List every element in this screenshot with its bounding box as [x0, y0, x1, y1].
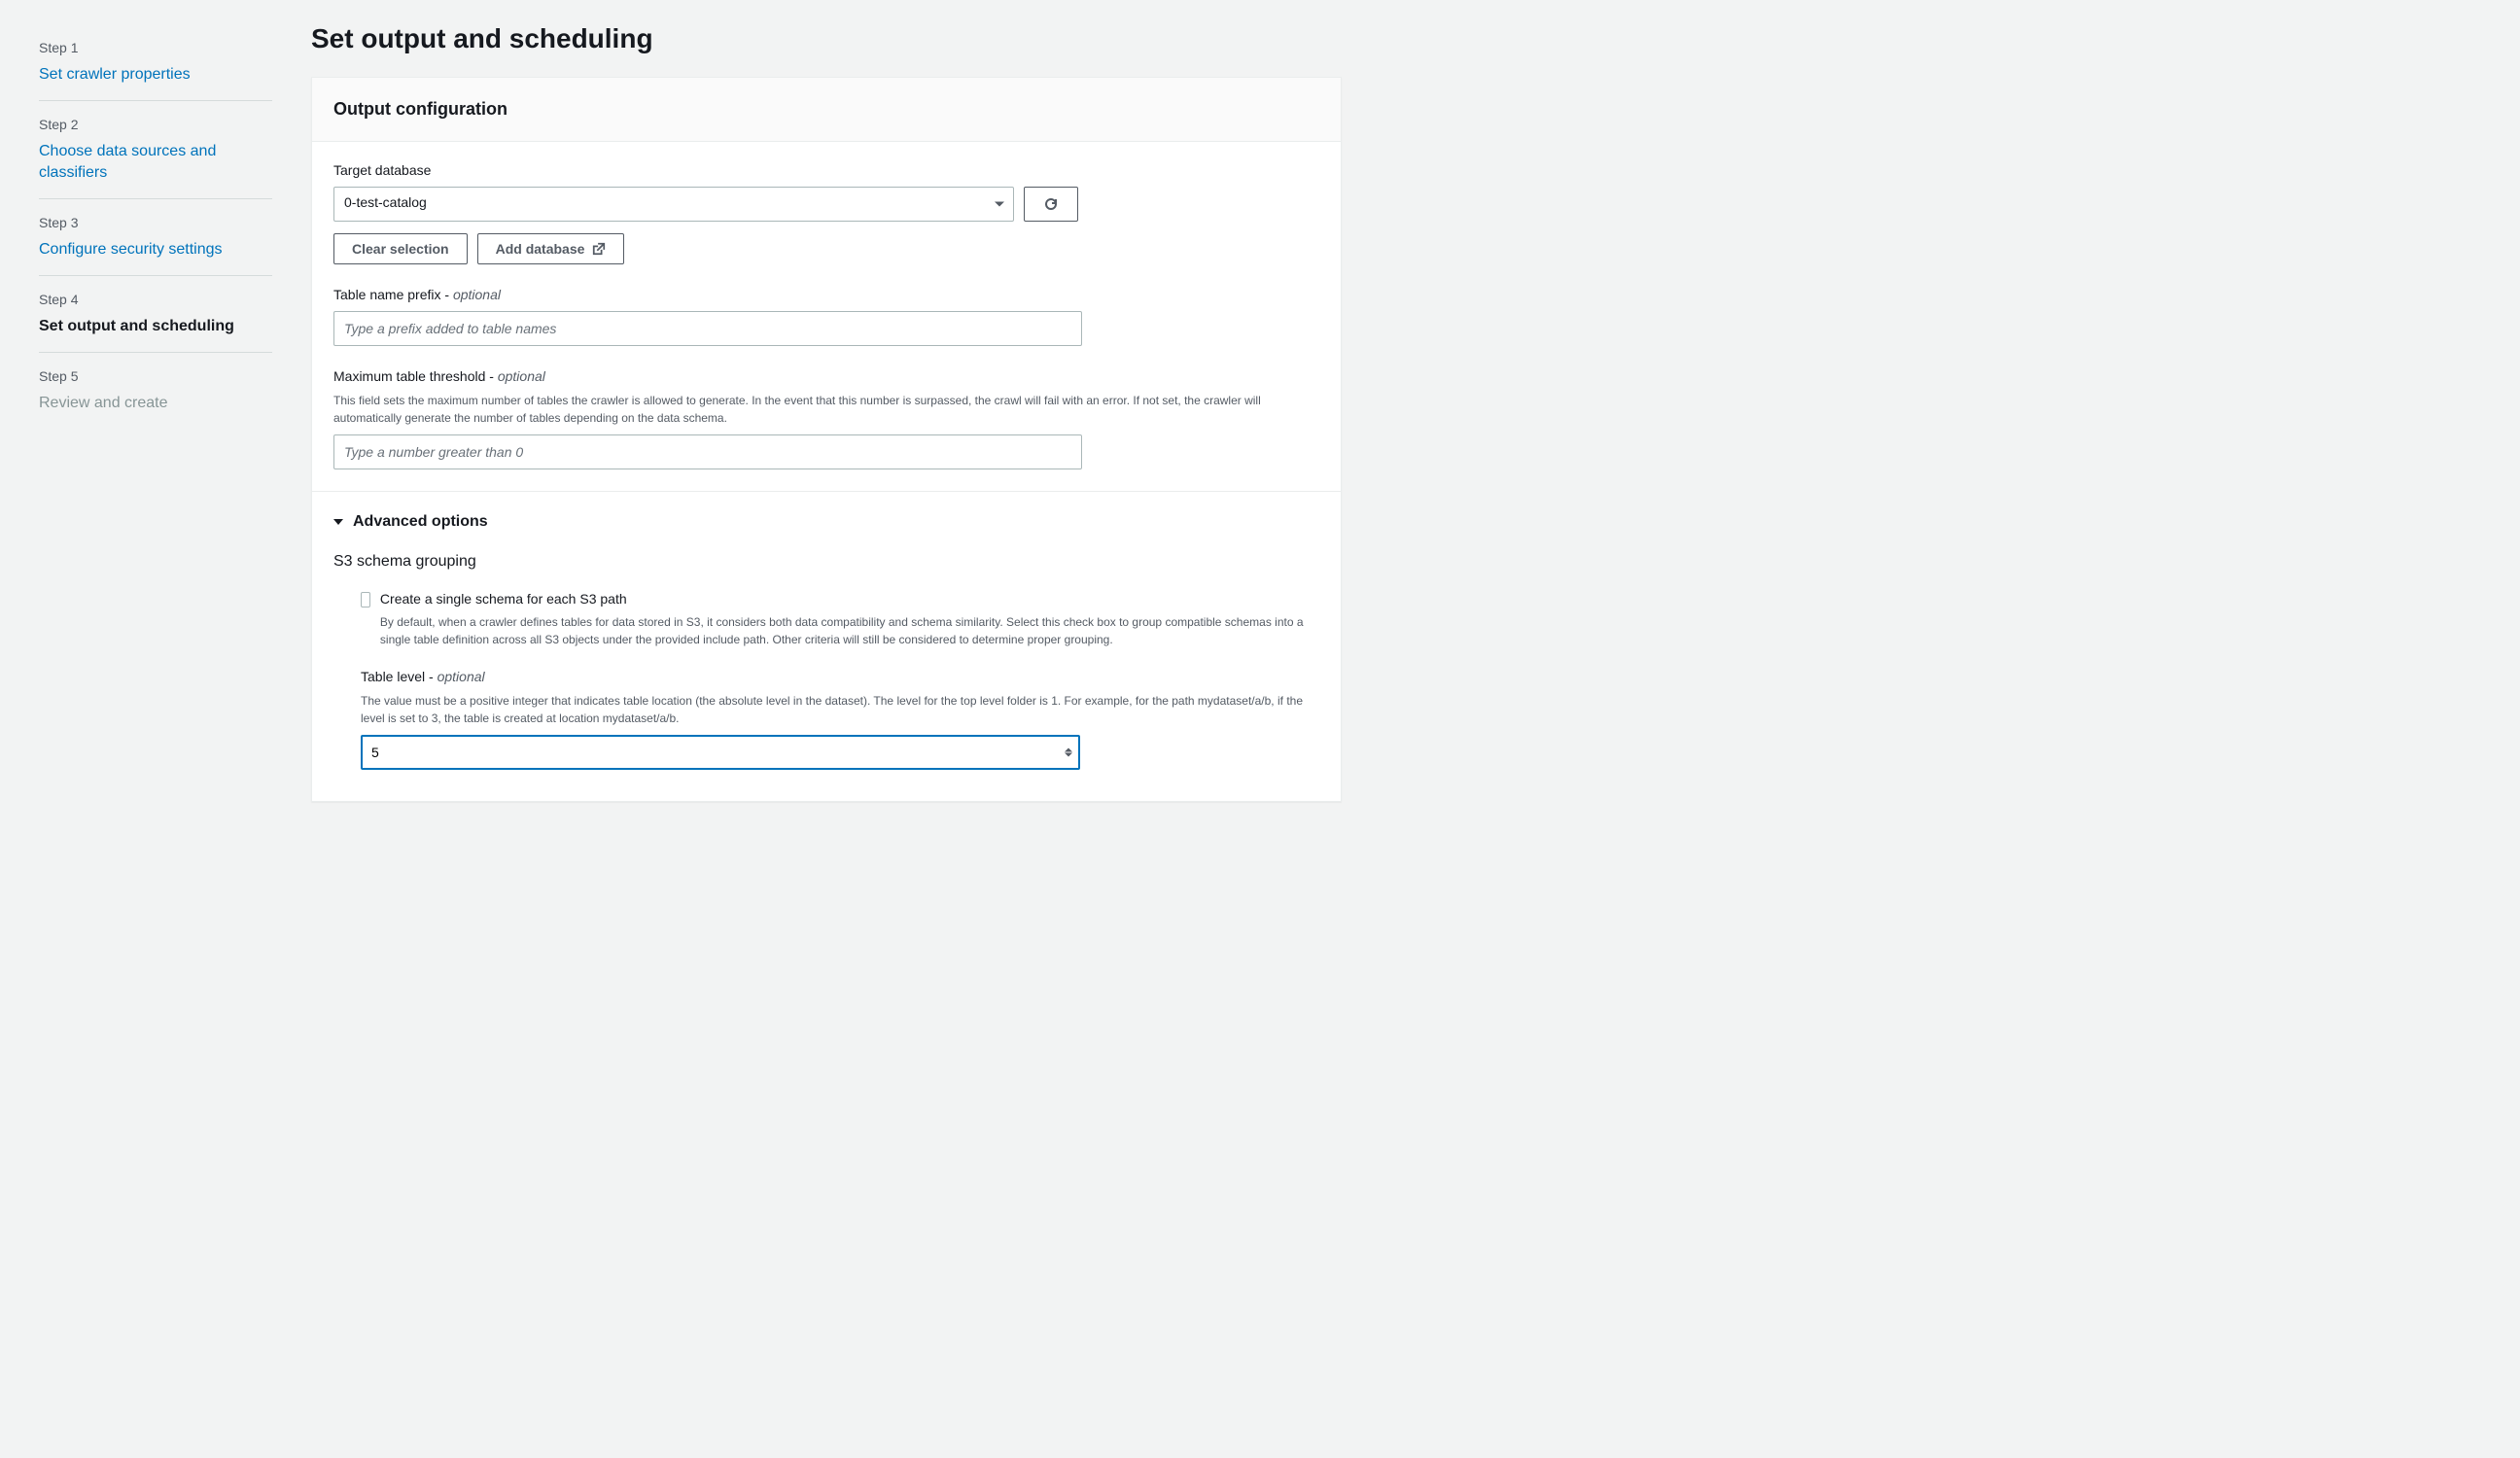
table-level-group: Table level - optional The value must be… — [333, 668, 1319, 771]
target-database-label: Target database — [333, 161, 1319, 181]
refresh-icon — [1043, 196, 1059, 212]
panel-header: Output configuration — [312, 78, 1341, 142]
wizard-step-2[interactable]: Step 2 Choose data sources and classifie… — [39, 101, 272, 199]
single-schema-checkbox[interactable] — [361, 592, 370, 608]
step-number: Step 3 — [39, 214, 272, 233]
refresh-button[interactable] — [1024, 187, 1078, 222]
add-database-label: Add database — [496, 241, 585, 257]
step-number: Step 1 — [39, 39, 272, 58]
divider — [312, 491, 1341, 492]
panel-heading: Output configuration — [333, 97, 1319, 122]
output-config-panel: Output configuration Target database 0-t… — [311, 77, 1342, 802]
main-content: Set output and scheduling Output configu… — [311, 0, 1381, 1458]
table-prefix-group: Table name prefix - optional — [333, 286, 1319, 346]
advanced-options-toggle[interactable]: Advanced options — [333, 511, 1319, 533]
target-database-select[interactable]: 0-test-catalog — [333, 187, 1014, 222]
max-threshold-label: Maximum table threshold - optional — [333, 367, 1319, 387]
single-schema-label: Create a single schema for each S3 path — [380, 590, 1319, 609]
table-prefix-label: Table name prefix - optional — [333, 286, 1319, 305]
wizard-step-3[interactable]: Step 3 Configure security settings — [39, 199, 272, 276]
step-title: Review and create — [39, 393, 272, 414]
external-link-icon — [592, 242, 606, 256]
advanced-options-title: Advanced options — [353, 511, 488, 533]
table-level-description: The value must be a positive integer tha… — [361, 692, 1319, 727]
wizard-step-5: Step 5 Review and create — [39, 353, 272, 429]
step-number: Step 2 — [39, 116, 272, 135]
max-threshold-description: This field sets the maximum number of ta… — [333, 392, 1319, 427]
table-level-label: Table level - optional — [361, 668, 1319, 687]
step-title[interactable]: Choose data sources and classifiers — [39, 141, 272, 185]
page-title: Set output and scheduling — [311, 19, 1342, 57]
panel-body: Target database 0-test-catalog — [312, 142, 1341, 801]
max-threshold-group: Maximum table threshold - optional This … — [333, 367, 1319, 470]
s3-grouping-title: S3 schema grouping — [333, 551, 1319, 573]
step-title: Set output and scheduling — [39, 316, 272, 337]
step-title[interactable]: Configure security settings — [39, 239, 272, 260]
target-database-select-wrapper: 0-test-catalog — [333, 187, 1014, 222]
single-schema-description: By default, when a crawler defines table… — [380, 613, 1319, 648]
step-number: Step 5 — [39, 367, 272, 387]
wizard-sidebar: Step 1 Set crawler properties Step 2 Cho… — [0, 0, 311, 1458]
add-database-button[interactable]: Add database — [477, 233, 625, 264]
table-prefix-input[interactable] — [333, 311, 1082, 346]
single-schema-checkbox-group: Create a single schema for each S3 path … — [333, 590, 1319, 648]
table-level-input[interactable] — [361, 735, 1080, 770]
wizard-step-4: Step 4 Set output and scheduling — [39, 276, 272, 353]
wizard-step-1[interactable]: Step 1 Set crawler properties — [39, 24, 272, 101]
max-threshold-input[interactable] — [333, 434, 1082, 469]
target-database-group: Target database 0-test-catalog — [333, 161, 1319, 264]
step-number: Step 4 — [39, 291, 272, 310]
caret-down-icon — [333, 519, 343, 525]
clear-selection-button[interactable]: Clear selection — [333, 233, 468, 264]
step-title[interactable]: Set crawler properties — [39, 64, 272, 86]
